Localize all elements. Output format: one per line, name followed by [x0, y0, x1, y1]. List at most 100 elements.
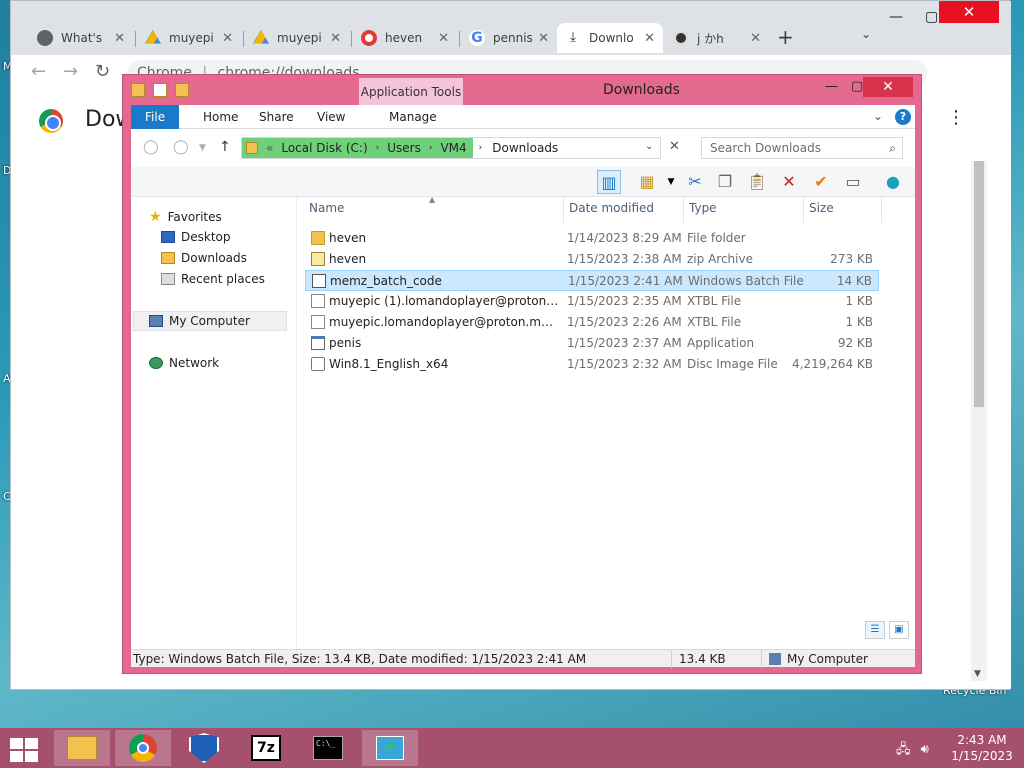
back-arrow-icon[interactable]: ◯	[143, 139, 159, 155]
expand-ribbon-icon[interactable]: ⌄	[873, 109, 883, 123]
chrome-tab[interactable]: G pennis ✕	[461, 23, 557, 53]
close-tab-icon[interactable]: ✕	[644, 31, 655, 46]
chrome-tab[interactable]: muyepi ✕	[137, 23, 241, 53]
start-button[interactable]	[6, 736, 38, 762]
file-list: ▲ Name Date modified Type Size heven 1/1…	[301, 195, 915, 649]
checkmark-icon[interactable]: ✔	[809, 170, 833, 194]
taskbar-defender[interactable]	[176, 730, 232, 766]
chrome-tab[interactable]: muyepi ✕	[245, 23, 349, 53]
column-header-size[interactable]: Size	[809, 201, 834, 215]
scrollbar-thumb[interactable]	[974, 161, 984, 407]
tab-home[interactable]: Home	[189, 105, 252, 129]
file-row-selected[interactable]: memz_batch_code 1/15/2023 2:41 AM Window…	[305, 270, 879, 291]
network-status-icon[interactable]: 🖧︎	[896, 742, 911, 757]
close-tab-icon[interactable]: ✕	[750, 31, 761, 46]
close-tab-icon[interactable]: ✕	[538, 31, 549, 46]
globe-icon[interactable]: ●	[881, 170, 905, 194]
folder-icon[interactable]	[131, 83, 145, 97]
copy-icon[interactable]: ❐	[713, 170, 737, 194]
taskbar-file-explorer[interactable]	[54, 730, 110, 766]
scroll-down-icon[interactable]: ▼	[974, 669, 981, 679]
page-scrollbar[interactable]: ▼	[971, 161, 987, 681]
close-tab-icon[interactable]: ✕	[330, 31, 341, 46]
recent-locations-chevron-icon[interactable]: ▼	[199, 143, 206, 153]
new-tab-button[interactable]: +	[777, 25, 794, 49]
file-row[interactable]: muyepic.lomandoplayer@proton.me.xtbl 1/1…	[305, 312, 879, 333]
nav-favorites[interactable]: ★ Favorites	[149, 209, 222, 225]
help-icon[interactable]: ?	[895, 109, 911, 125]
nav-network[interactable]: Network	[149, 356, 219, 370]
explorer-titlebar[interactable]: Application Tools Downloads — ▢ ✕	[123, 75, 923, 118]
back-arrow-icon[interactable]: ←	[31, 61, 46, 82]
nav-downloads[interactable]: Downloads	[161, 251, 247, 265]
tab-search-chevron-icon[interactable]: ⌄	[861, 27, 871, 41]
forward-arrow-icon[interactable]: →	[63, 61, 78, 82]
tab-file[interactable]: File	[131, 105, 180, 129]
close-tab-icon[interactable]: ✕	[114, 31, 125, 46]
chevron-down-icon[interactable]: ▼	[659, 170, 683, 194]
nav-my-computer[interactable]: My Computer	[149, 314, 250, 328]
tab-view[interactable]: View	[303, 105, 359, 129]
download-icon: ⤓	[570, 30, 576, 45]
file-row[interactable]: penis 1/15/2023 2:37 AM Application 92 K…	[305, 333, 879, 354]
file-row[interactable]: muyepic (1).lomandoplayer@proton.me.... …	[305, 291, 879, 312]
minimize-icon[interactable]: —	[825, 79, 838, 94]
clear-address-icon[interactable]: ✕	[669, 139, 680, 154]
breadcrumb-item[interactable]: VM4	[440, 141, 466, 155]
maximize-icon[interactable]: ▢	[851, 79, 863, 94]
google-drive-icon	[253, 30, 269, 44]
nav-desktop[interactable]: Desktop	[161, 230, 231, 244]
maximize-icon[interactable]: ▢	[925, 9, 938, 25]
chrome-tab-active[interactable]: ⤓ Downlo ✕	[557, 23, 663, 53]
nav-recent-places[interactable]: Recent places	[161, 272, 265, 286]
tab-manage[interactable]: Manage	[375, 105, 451, 129]
preview-pane-icon[interactable]: ▥	[597, 170, 621, 194]
breadcrumb[interactable]: « Local Disk (C:) › Users › VM4 › Downlo…	[241, 137, 661, 159]
large-icons-view-icon[interactable]: ▣	[889, 621, 909, 639]
breadcrumb-overflow[interactable]: «	[266, 141, 273, 155]
chrome-tab[interactable]: heven ✕	[353, 23, 457, 53]
reload-icon[interactable]: ↻	[95, 61, 110, 82]
chevron-right-icon[interactable]: ›	[429, 143, 433, 153]
folder-options-icon[interactable]: ▦	[635, 170, 659, 194]
minimize-icon[interactable]: —	[889, 9, 903, 25]
chrome-tab[interactable]: j かh ✕	[665, 23, 769, 53]
delete-icon[interactable]: ✕	[777, 170, 801, 194]
column-header-name[interactable]: Name	[309, 201, 344, 215]
file-row[interactable]: heven 1/15/2023 2:38 AM zip Archive 273 …	[305, 249, 879, 270]
file-type: Application	[687, 336, 755, 350]
taskbar-chrome[interactable]	[115, 730, 171, 766]
taskbar-7zip[interactable]: 7z	[238, 730, 294, 766]
taskbar-command-prompt[interactable]: C:\_	[300, 730, 356, 766]
file-row[interactable]: heven 1/14/2023 8:29 AM File folder	[305, 228, 879, 249]
chevron-right-icon[interactable]: ›	[479, 143, 483, 153]
address-dropdown-icon[interactable]: ⌄	[645, 141, 653, 152]
breadcrumb-item[interactable]: Local Disk (C:)	[281, 141, 367, 155]
volume-icon[interactable]: 🔊︎	[921, 742, 929, 757]
search-input[interactable]: Search Downloads ⌕	[701, 137, 903, 159]
forward-arrow-icon[interactable]: ◯	[173, 139, 189, 155]
column-header-date[interactable]: Date modified	[569, 201, 654, 215]
chrome-tab[interactable]: What's ✕	[29, 23, 133, 53]
details-view-icon[interactable]: ☰	[865, 621, 885, 639]
cut-icon[interactable]: ✂	[683, 170, 707, 194]
paste-icon[interactable]: 📋︎	[745, 170, 769, 194]
close-tab-icon[interactable]: ✕	[222, 31, 233, 46]
chevron-right-icon[interactable]: ›	[376, 143, 380, 153]
close-tab-icon[interactable]: ✕	[438, 31, 449, 46]
close-window-button[interactable]: ✕	[939, 1, 999, 23]
close-window-button[interactable]: ✕	[863, 77, 913, 97]
breadcrumb-item[interactable]: Downloads	[492, 141, 558, 155]
up-arrow-icon[interactable]: ↑	[219, 139, 231, 155]
more-options-icon[interactable]: ⋮	[947, 107, 965, 128]
breadcrumb-item[interactable]: Users	[387, 141, 421, 155]
rename-icon[interactable]: ▭	[841, 170, 865, 194]
tab-share[interactable]: Share	[245, 105, 308, 129]
column-header-type[interactable]: Type	[689, 201, 717, 215]
file-row[interactable]: Win8.1_English_x64 1/15/2023 2:32 AM Dis…	[305, 354, 879, 375]
properties-icon[interactable]	[153, 83, 167, 97]
address-toolbar: ◯ ◯ ▼ ↑ « Local Disk (C:) › Users › VM4 …	[131, 129, 915, 167]
taskbar-clock[interactable]: 2:43 AM 1/15/2023	[950, 732, 1014, 764]
new-folder-icon[interactable]	[175, 83, 189, 97]
taskbar-installer[interactable]: ✔	[362, 730, 418, 766]
